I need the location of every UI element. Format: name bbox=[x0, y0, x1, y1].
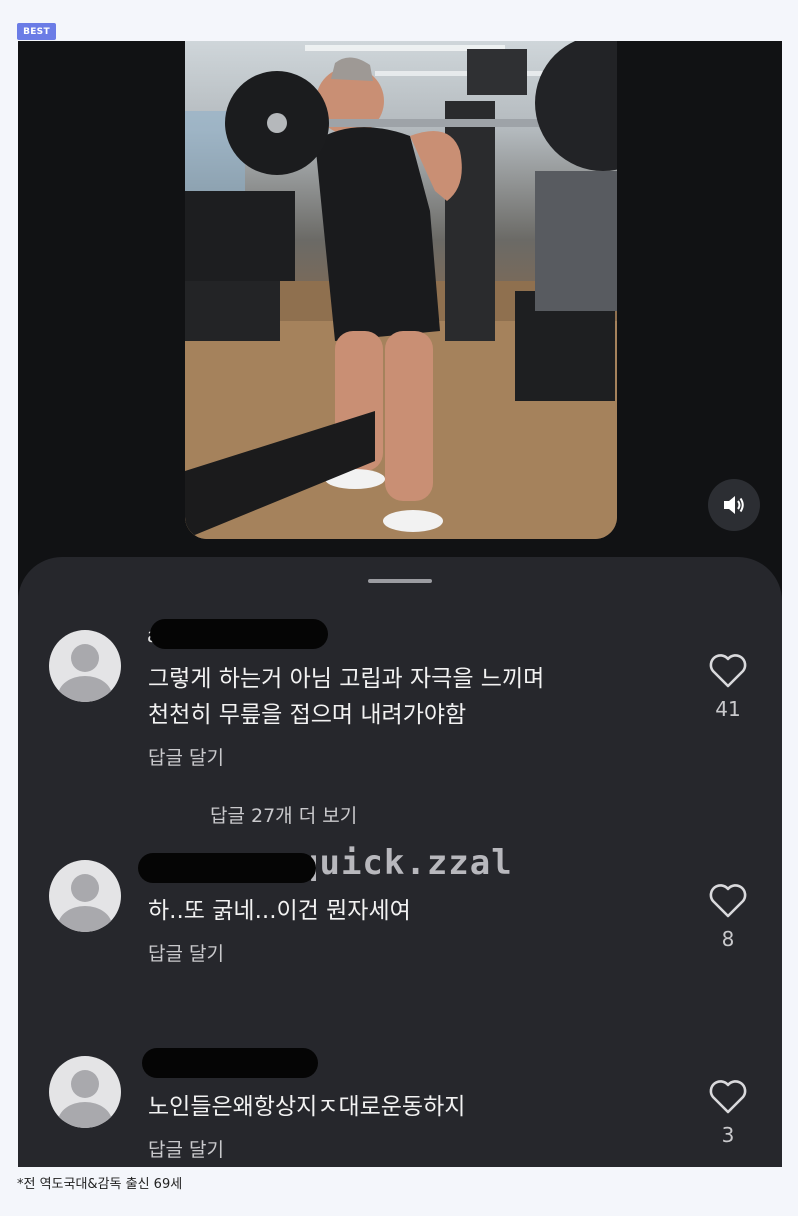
heart-icon[interactable] bbox=[708, 1079, 748, 1115]
heart-icon[interactable] bbox=[708, 883, 748, 919]
comment-line: 천천히 무릎을 접으며 내려가야함 bbox=[148, 702, 467, 728]
username-redaction bbox=[150, 619, 328, 649]
sound-button[interactable] bbox=[708, 479, 760, 531]
watermark: quick.zzal bbox=[298, 843, 513, 883]
video-player[interactable] bbox=[185, 41, 617, 539]
like-count: 8 bbox=[721, 927, 735, 951]
sheet-drag-handle[interactable] bbox=[368, 579, 432, 583]
view-more-replies-button[interactable]: 답글 27개 더 보기 bbox=[210, 801, 357, 828]
gym-video-frame bbox=[185, 41, 617, 539]
reply-button[interactable]: 답글 달기 bbox=[148, 743, 224, 770]
heart-icon[interactable] bbox=[708, 653, 748, 689]
comment-line: 그렇게 하는거 아님 고립과 자극을 느끼며 bbox=[148, 666, 545, 692]
best-badge: BEST bbox=[17, 23, 56, 40]
username-redaction bbox=[142, 1048, 318, 1078]
comment-text: 노인들은왜항상지ㅈ대로운동하지 bbox=[148, 1089, 465, 1125]
comments-sheet: a 그렇게 하는거 아님 고립과 자극을 느끼며 천천히 무릎을 접으며 내려가… bbox=[18, 557, 782, 1167]
default-user-icon[interactable] bbox=[49, 1056, 121, 1128]
speaker-icon bbox=[724, 496, 744, 514]
comment-line: 하..또 굵네...이건 뭔자세여 bbox=[148, 898, 411, 924]
username-redaction bbox=[138, 853, 316, 883]
comment-line: 노인들은왜항상지ㅈ대로운동하지 bbox=[148, 1094, 466, 1120]
comment-text: 하..또 굵네...이건 뭔자세여 bbox=[148, 893, 411, 929]
caption-text: *전 역도국대&감독 출신 69세 bbox=[17, 1177, 183, 1192]
like-count: 3 bbox=[721, 1123, 735, 1147]
reply-button[interactable]: 답글 달기 bbox=[148, 1135, 224, 1162]
default-user-icon[interactable] bbox=[49, 630, 121, 702]
comment-text: 그렇게 하는거 아님 고립과 자극을 느끼며 천천히 무릎을 접으며 내려가야함 bbox=[148, 661, 544, 733]
default-user-icon[interactable] bbox=[49, 860, 121, 932]
reply-button[interactable]: 답글 달기 bbox=[148, 939, 224, 966]
embedded-screenshot: a 그렇게 하는거 아님 고립과 자극을 느끼며 천천히 무릎을 접으며 내려가… bbox=[18, 41, 782, 1167]
like-count: 41 bbox=[715, 697, 741, 721]
